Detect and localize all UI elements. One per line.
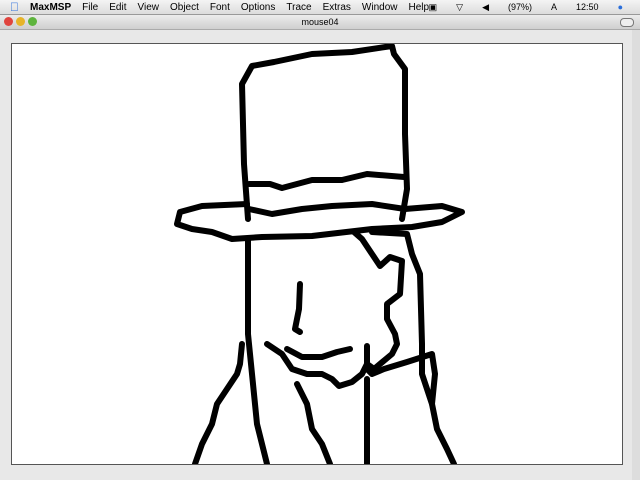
close-button[interactable] [4,17,13,26]
menu-help[interactable]: Help [409,2,430,13]
apple-menu-icon[interactable]:  [10,0,19,14]
window-content [0,30,640,480]
input-menu-icon[interactable]: A [551,2,557,12]
window-title: mouse04 [301,17,339,27]
spotlight-icon[interactable]: ● [618,2,623,12]
clock[interactable]: 12:50 [576,2,599,12]
menu-file[interactable]: File [82,2,98,13]
menu-extras[interactable]: Extras [323,2,351,13]
menu-edit[interactable]: Edit [109,2,126,13]
battery-status[interactable]: (97%) [508,2,532,12]
volume-icon[interactable]: ◀ [482,2,489,13]
menu-object[interactable]: Object [170,2,199,13]
vertical-scrollbar[interactable] [632,30,640,480]
zoom-button[interactable] [28,17,37,26]
display-icon[interactable]: ▣ [429,2,438,13]
minimize-button[interactable] [16,17,25,26]
wifi-icon[interactable]: ▽ [456,2,463,13]
menu-options[interactable]: Options [241,2,275,13]
toolbar-toggle-button[interactable] [620,18,634,27]
window-titlebar: mouse04 [0,15,640,30]
hat-man-sketch [174,43,465,467]
drawing-canvas[interactable] [11,43,623,467]
menu-window[interactable]: Window [362,2,398,13]
status-area: ▣ ▽ ◀ (97%) A 12:50 ● [429,0,634,14]
menu-bar:  MaxMSP File Edit View Object Font Opti… [0,0,640,15]
menu-app[interactable]: MaxMSP [30,2,71,13]
menu-font[interactable]: Font [210,2,230,13]
menu-view[interactable]: View [137,2,159,13]
menu-trace[interactable]: Trace [286,2,311,13]
